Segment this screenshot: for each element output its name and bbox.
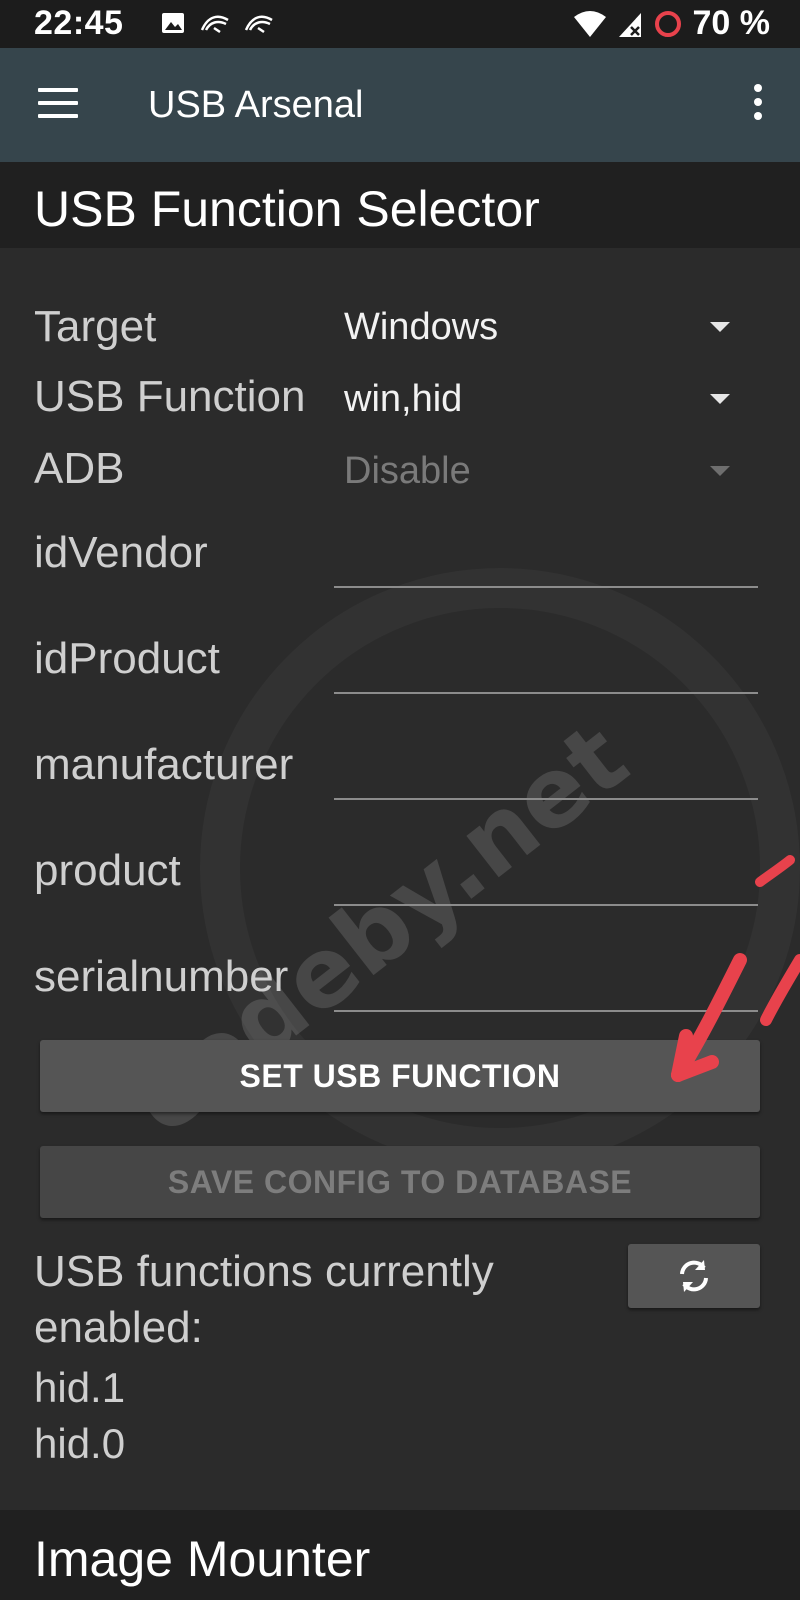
manufacturer-underline bbox=[334, 798, 758, 800]
set-usb-function-button[interactable]: SET USB FUNCTION bbox=[40, 1040, 760, 1112]
status-time: 22:45 bbox=[34, 4, 124, 42]
adb-label: ADB bbox=[34, 444, 125, 493]
serialnumber-underline bbox=[334, 1010, 758, 1012]
hamburger-menu-icon[interactable] bbox=[38, 88, 78, 122]
idproduct-underline bbox=[334, 692, 758, 694]
battery-saver-ring-icon bbox=[654, 10, 681, 37]
more-vert-icon[interactable] bbox=[752, 84, 764, 124]
kali-dragon-icon bbox=[200, 15, 229, 34]
app-title: USB Arsenal bbox=[148, 84, 364, 126]
status-bar: 22:45 70 % bbox=[0, 0, 800, 48]
status-left-icons bbox=[160, 10, 274, 36]
battery-percent: 70 % bbox=[692, 4, 771, 42]
target-label: Target bbox=[34, 302, 157, 351]
section-header-usb-function-selector: USB Function Selector bbox=[0, 162, 800, 248]
refresh-icon bbox=[680, 1260, 708, 1292]
usb-function-label: USB Function bbox=[34, 372, 306, 421]
manufacturer-label: manufacturer bbox=[34, 740, 294, 789]
product-label: product bbox=[34, 846, 181, 895]
image-icon bbox=[162, 13, 184, 33]
section-header-image-mounter: Image Mounter bbox=[0, 1510, 800, 1600]
section-title: USB Function Selector bbox=[34, 181, 540, 237]
adb-dropdown-value: Disable bbox=[344, 450, 471, 492]
status-right-icons: 70 % bbox=[573, 4, 771, 43]
enabled-function-item: hid.1 bbox=[34, 1364, 126, 1411]
refresh-button[interactable] bbox=[628, 1244, 760, 1308]
usb-function-dropdown-arrow-icon[interactable] bbox=[710, 394, 730, 404]
enabled-function-item: hid.0 bbox=[34, 1420, 126, 1467]
save-config-to-database-button: SAVE CONFIG TO DATABASE bbox=[40, 1146, 760, 1218]
product-underline bbox=[334, 904, 758, 906]
idvendor-label: idVendor bbox=[34, 528, 208, 577]
kali-dragon-icon bbox=[244, 15, 273, 34]
serialnumber-label: serialnumber bbox=[34, 952, 289, 1001]
enabled-functions-label: USB functions currently enabled: bbox=[34, 1247, 494, 1352]
target-dropdown-value[interactable]: Windows bbox=[344, 306, 498, 349]
manufacturer-field[interactable] bbox=[334, 738, 762, 800]
no-signal-icon bbox=[618, 12, 641, 37]
app-bar: USB Arsenal bbox=[0, 48, 800, 162]
idvendor-underline bbox=[334, 586, 758, 588]
idproduct-label: idProduct bbox=[34, 634, 220, 683]
idproduct-field[interactable] bbox=[334, 632, 762, 694]
usb-function-dropdown-value[interactable]: win,hid bbox=[344, 378, 462, 421]
section-title: Image Mounter bbox=[34, 1531, 371, 1587]
target-dropdown-arrow-icon[interactable] bbox=[710, 322, 730, 332]
wifi-icon bbox=[573, 10, 606, 37]
serialnumber-field[interactable] bbox=[334, 950, 762, 1012]
idvendor-field[interactable] bbox=[334, 528, 762, 590]
adb-dropdown-arrow-icon bbox=[710, 466, 730, 476]
product-field[interactable] bbox=[334, 844, 762, 906]
